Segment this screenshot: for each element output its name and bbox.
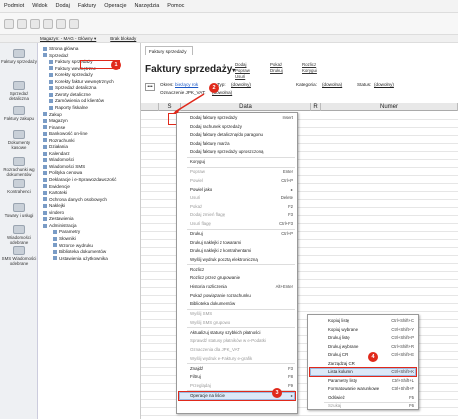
badge-4: 4 [368,352,378,362]
badge-3: 3 [272,388,282,398]
arrow-2-head [172,108,180,114]
badge-2: 2 [209,83,219,93]
annotation-arrows [172,93,205,114]
badge-1: 1 [111,60,121,70]
